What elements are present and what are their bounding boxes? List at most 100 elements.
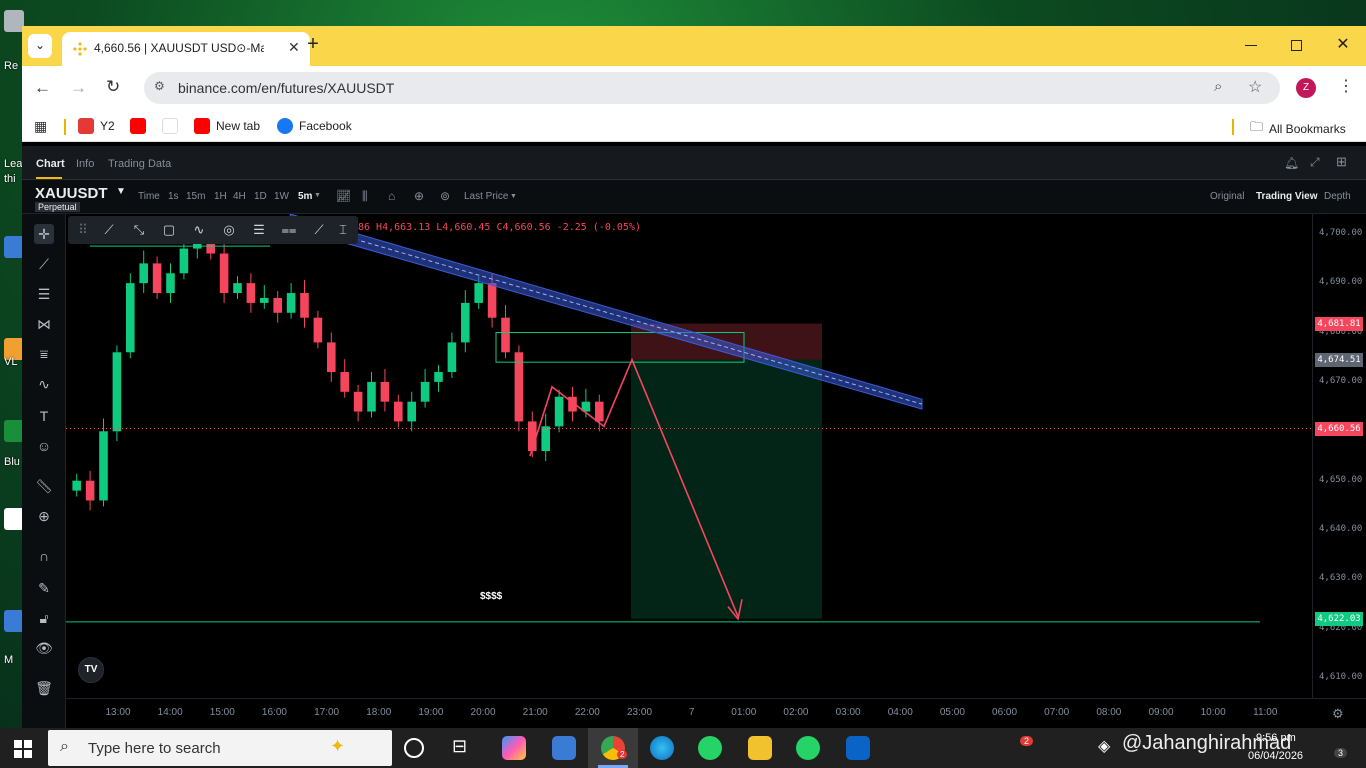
view-trading-view[interactable]: Trading View	[1256, 191, 1318, 202]
windows-start-icon[interactable]	[14, 740, 32, 758]
interval-dropdown-icon[interactable]: ▼	[314, 192, 321, 199]
forward-icon[interactable]: →	[70, 78, 87, 98]
whatsapp-icon[interactable]	[698, 736, 722, 760]
new-tab-button[interactable]: +	[302, 34, 324, 56]
clock-date[interactable]: 06/04/2026	[1248, 750, 1303, 762]
back-icon[interactable]: ←	[34, 78, 51, 98]
app-icon[interactable]	[4, 610, 24, 632]
outlook-icon[interactable]	[846, 736, 870, 760]
edge-icon[interactable]	[650, 736, 674, 760]
add-indicator-icon[interactable]: ⊕	[414, 189, 424, 203]
bookmark-new-tab[interactable]: New tab	[194, 118, 260, 134]
draw-tool-2-icon[interactable]: ⤡	[128, 220, 150, 240]
line-icon[interactable]: ⟋	[308, 220, 330, 240]
symbol-name[interactable]: XAUUSDT	[35, 185, 108, 202]
apps-grid-icon[interactable]: ▦	[34, 118, 47, 135]
symbol-dropdown-icon[interactable]: ▼	[116, 186, 126, 197]
draw-tool-1-icon[interactable]: ⟋	[98, 220, 120, 240]
pattern-tool-icon[interactable]: ⋈	[34, 314, 54, 334]
bookmark-youtube[interactable]	[130, 118, 146, 134]
app-icon[interactable]	[4, 236, 24, 258]
notification-center-badge[interactable]: 3	[1334, 748, 1348, 758]
cortana-icon[interactable]	[404, 738, 424, 758]
active-tab[interactable]: 4,660.56 | XAUUSDT USD⊙-Ma ✕	[62, 32, 310, 66]
app-icon[interactable]	[4, 508, 24, 530]
clock-time[interactable]: 9:56 pm	[1256, 732, 1296, 744]
interval-15m[interactable]: 15m	[186, 191, 205, 202]
interval-time[interactable]: Time	[138, 191, 160, 202]
compare-icon[interactable]: ⊚	[440, 189, 450, 203]
chart-type-icon[interactable]: 📈︎	[336, 189, 351, 203]
price-type-dropdown-icon[interactable]: ▼	[510, 193, 517, 200]
pencil-lock-icon[interactable]: ✎	[34, 578, 54, 598]
drag-handle-icon[interactable]: ⠿	[72, 220, 94, 240]
measure-icon[interactable]: ⌶	[332, 220, 354, 240]
layout-grid-icon[interactable]: ⊞	[1336, 154, 1347, 170]
address-bar[interactable]: ⚙ binance.com/en/futures/XAUUSDT ⌕ ☆	[144, 72, 1280, 104]
bookmark-star-icon[interactable]: ☆	[1248, 77, 1262, 97]
settings-gear-icon[interactable]: ⚙	[1332, 706, 1344, 722]
view-original[interactable]: Original	[1210, 191, 1244, 202]
eye-icon[interactable]: 👁︎	[34, 638, 54, 658]
task-view-icon[interactable]: ⊟	[452, 736, 476, 760]
close-window-button[interactable]: ✕	[1328, 34, 1358, 56]
view-depth[interactable]: Depth	[1324, 191, 1351, 202]
bookmark-facebook[interactable]: Facebook	[277, 118, 352, 134]
tab-chart[interactable]: Chart	[36, 158, 65, 170]
brush-tool-icon[interactable]: ∿	[34, 374, 54, 394]
tab-trading-data[interactable]: Trading Data	[108, 158, 171, 170]
camera-icon[interactable]: ⌂	[388, 189, 395, 203]
chrome-taskbar-active[interactable]: 2	[588, 728, 638, 768]
trendline-tool-icon[interactable]: ⟋	[34, 254, 54, 274]
lock-icon[interactable]: 🔓︎	[34, 608, 54, 628]
crosshair-icon[interactable]: ✛	[34, 224, 54, 244]
bluestacks-icon[interactable]	[4, 420, 24, 442]
channel-icon[interactable]: ⩵	[278, 220, 300, 240]
price-type-select[interactable]: Last Price	[464, 191, 508, 202]
copilot-icon[interactable]	[502, 736, 526, 760]
expand-icon[interactable]: ⤢	[1310, 155, 1320, 170]
ruler-icon[interactable]: 📏︎	[34, 476, 54, 496]
profile-avatar[interactable]: Z	[1296, 78, 1316, 98]
recycle-bin-icon[interactable]	[4, 10, 24, 32]
prediction-tool-icon[interactable]: ⩸	[34, 344, 54, 364]
reload-icon[interactable]: ↻	[106, 77, 120, 97]
interval-4h[interactable]: 4H	[233, 191, 246, 202]
emoji-tool-icon[interactable]: ☺	[34, 436, 54, 456]
site-info-icon[interactable]: ⚙	[154, 79, 165, 93]
all-bookmarks[interactable]: 🗀 All Bookmarks	[1250, 118, 1346, 140]
zoom-icon[interactable]: ⌕	[1214, 78, 1222, 95]
tab-info[interactable]: Info	[76, 158, 94, 170]
text-tool-icon[interactable]: T	[34, 406, 54, 426]
tab-search-button[interactable]: ⌄	[28, 34, 52, 58]
fib-icon[interactable]: ☰	[248, 220, 270, 240]
maximize-button[interactable]	[1282, 36, 1312, 56]
minimize-button[interactable]	[1236, 36, 1266, 56]
interval-1d[interactable]: 1D	[254, 191, 267, 202]
bookmark-y2[interactable]: Y2	[78, 118, 115, 134]
time-axis[interactable]: 13:00 14:00 15:00 16:00 17:00 18:00 19:00 20:00…	[66, 698, 1366, 728]
whatsapp-icon[interactable]	[796, 736, 820, 760]
magnet-icon[interactable]: ∩	[34, 546, 54, 566]
bell-icon[interactable]: 🔔︎	[1284, 156, 1299, 170]
bookmark-olx[interactable]	[162, 118, 178, 134]
interval-1h[interactable]: 1H	[214, 191, 227, 202]
zoom-in-icon[interactable]: ⊕	[34, 506, 54, 526]
file-explorer-icon[interactable]	[748, 736, 772, 760]
menu-icon[interactable]: ⋮	[1338, 76, 1354, 96]
interval-1w[interactable]: 1W	[274, 191, 289, 202]
price-chart[interactable]: TV $$$$	[66, 213, 1312, 698]
fib-tool-icon[interactable]: ☰	[34, 284, 54, 304]
price-axis[interactable]: 4,700.004,690.004,680.004,670.004,660.00…	[1312, 214, 1366, 698]
circle-icon[interactable]: ◎	[218, 220, 240, 240]
taskbar-search[interactable]: ⌕ Type here to search ✦	[48, 730, 392, 766]
trash-icon[interactable]: 🗑︎	[34, 678, 54, 698]
indicators-icon[interactable]: ⫼	[362, 189, 368, 204]
binance-tray-icon[interactable]: ◈	[1098, 736, 1110, 756]
store-icon[interactable]	[552, 736, 576, 760]
interval-1s[interactable]: 1s	[168, 191, 179, 202]
path-icon[interactable]: ∿	[188, 220, 210, 240]
rectangle-icon[interactable]: ▢	[158, 220, 180, 240]
close-tab-icon[interactable]: ✕	[288, 39, 300, 56]
interval-5m-selected[interactable]: 5m	[298, 191, 312, 202]
